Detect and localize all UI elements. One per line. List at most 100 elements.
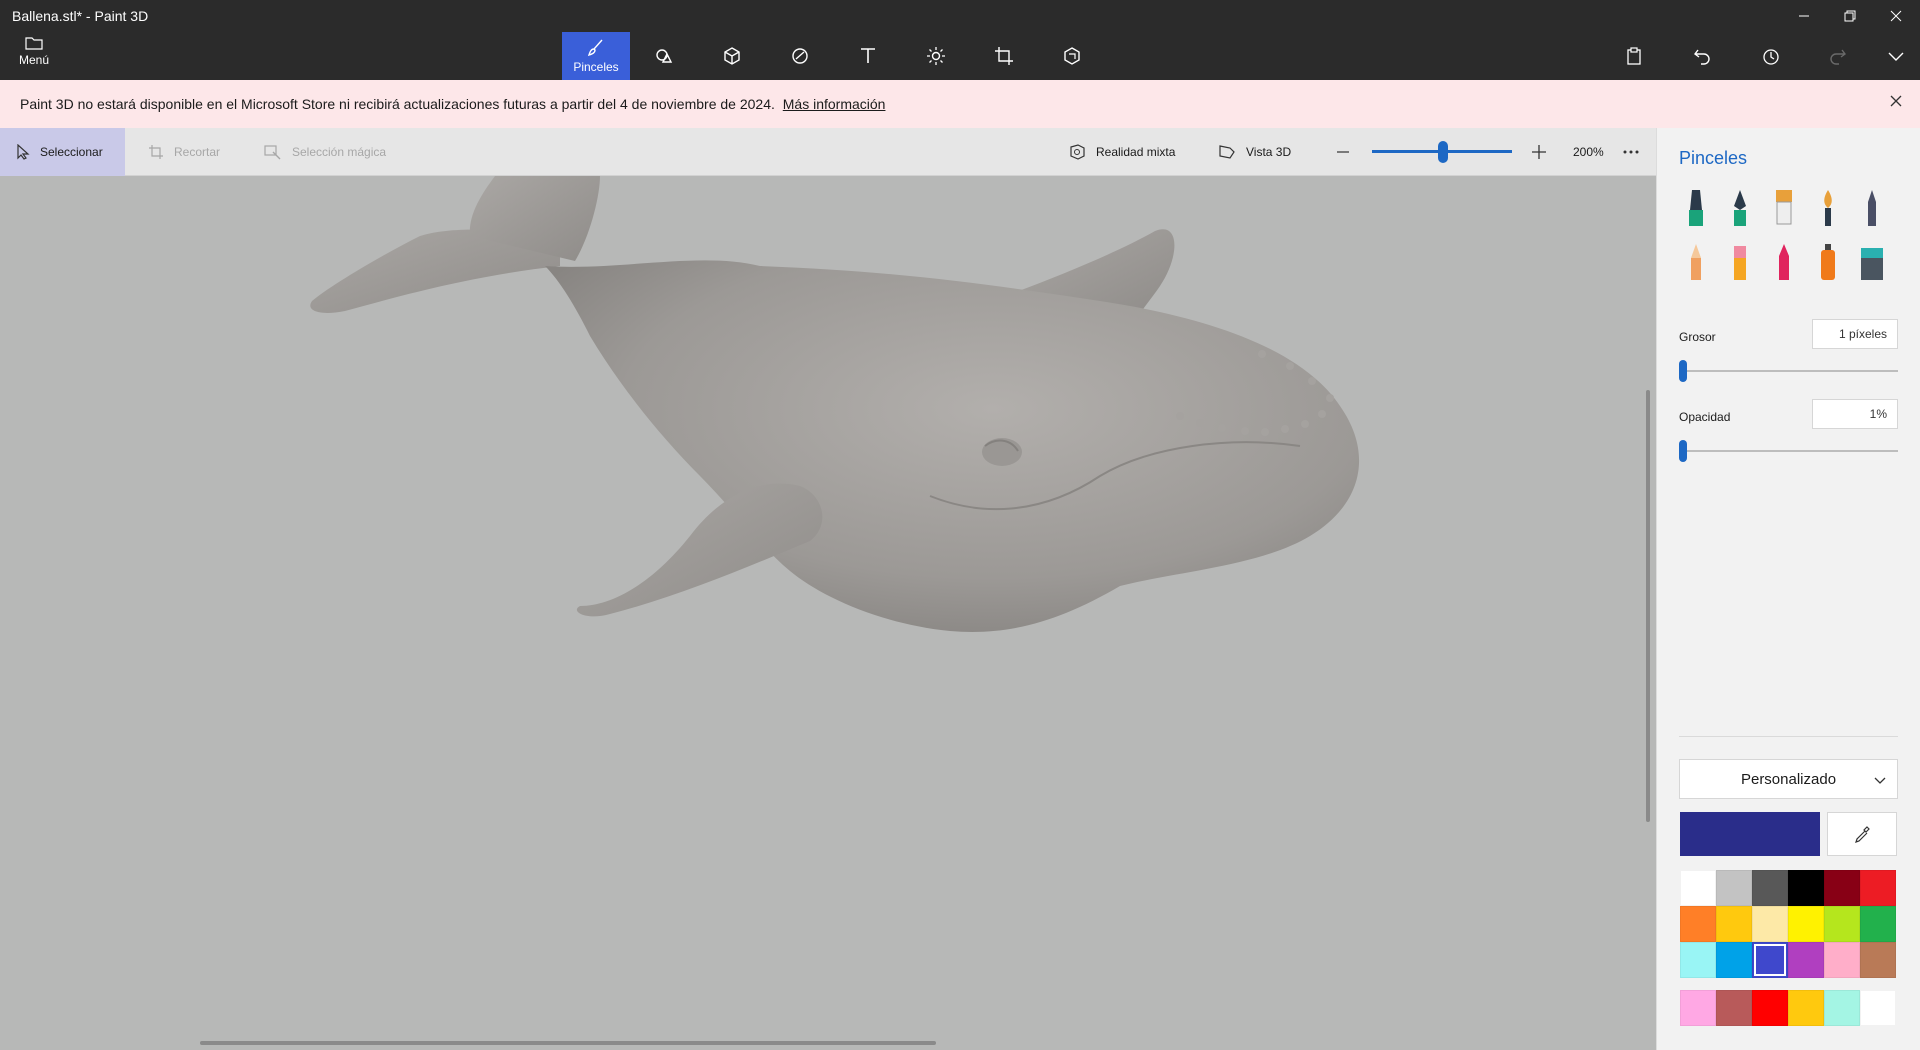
- crayon-icon: [1779, 244, 1789, 280]
- restore-button[interactable]: [1827, 0, 1873, 32]
- calligraphy-pen-icon: [1734, 190, 1746, 226]
- minimize-button[interactable]: [1781, 0, 1827, 32]
- select-button[interactable]: Seleccionar: [0, 128, 125, 176]
- color-swatch[interactable]: [1716, 942, 1752, 978]
- thickness-slider-thumb[interactable]: [1679, 360, 1687, 382]
- marker-icon: [1689, 190, 1703, 226]
- crop-button[interactable]: Recortar: [148, 128, 220, 176]
- pixel-pen-icon: [1868, 190, 1876, 226]
- color-swatch[interactable]: [1788, 942, 1824, 978]
- color-swatch[interactable]: [1788, 870, 1824, 906]
- horizontal-scrollbar[interactable]: [200, 1041, 936, 1045]
- thickness-slider[interactable]: [1679, 370, 1898, 372]
- magic-select-button[interactable]: Selección mágica: [264, 128, 386, 176]
- zoom-level[interactable]: 200%: [1573, 128, 1604, 176]
- tab-stickers[interactable]: [766, 32, 834, 80]
- title-bar: Ballena.stl* - Paint 3D Menú Pinceles: [0, 0, 1920, 80]
- whale-model[interactable]: [0, 176, 1656, 1050]
- color-swatch[interactable]: [1752, 870, 1788, 906]
- tab-canvas[interactable]: [970, 32, 1038, 80]
- marker-brush[interactable]: [1679, 186, 1713, 230]
- tab-effects[interactable]: [902, 32, 970, 80]
- crop-label: Recortar: [174, 145, 221, 159]
- redo-icon: [1830, 49, 1846, 65]
- watercolor-brush[interactable]: [1811, 186, 1845, 230]
- view-3d-icon: [1219, 145, 1235, 159]
- crayon-brush[interactable]: [1767, 240, 1801, 284]
- color-swatch[interactable]: [1680, 942, 1716, 978]
- more-options-button[interactable]: [1623, 128, 1639, 176]
- color-swatch[interactable]: [1680, 906, 1716, 942]
- color-swatch[interactable]: [1752, 990, 1788, 1026]
- zoom-out-button[interactable]: [1336, 128, 1350, 176]
- cursor-icon: [17, 144, 30, 160]
- tab-brushes[interactable]: Pinceles: [562, 32, 630, 80]
- opacity-slider-thumb[interactable]: [1679, 440, 1687, 462]
- calligraphy-pen-brush[interactable]: [1723, 186, 1757, 230]
- color-swatch[interactable]: [1824, 942, 1860, 978]
- tab-2d-shapes[interactable]: [630, 32, 698, 80]
- paste-button[interactable]: [1617, 42, 1651, 70]
- oil-brush[interactable]: [1767, 186, 1801, 230]
- color-swatch[interactable]: [1680, 990, 1716, 1026]
- color-swatch[interactable]: [1752, 942, 1788, 978]
- banner-close-button[interactable]: [1886, 94, 1906, 114]
- color-swatch[interactable]: [1752, 906, 1788, 942]
- drawing-canvas[interactable]: [0, 176, 1656, 1050]
- folder-icon: [25, 37, 43, 50]
- color-swatch[interactable]: [1860, 870, 1896, 906]
- zoom-slider-thumb[interactable]: [1438, 141, 1448, 163]
- expand-button[interactable]: [1879, 42, 1913, 70]
- plus-icon: [1532, 145, 1546, 159]
- vertical-scrollbar[interactable]: [1646, 390, 1650, 822]
- opacity-input[interactable]: 1%: [1812, 399, 1898, 429]
- current-color-swatch[interactable]: [1680, 812, 1820, 856]
- effects-icon: [927, 47, 945, 65]
- tab-3d-library[interactable]: [1038, 32, 1106, 80]
- restore-icon: [1844, 10, 1856, 22]
- redo-button[interactable]: [1821, 42, 1855, 70]
- canvas-icon: [995, 47, 1013, 65]
- chevron-down-icon: [1874, 777, 1886, 784]
- eyedropper-icon: [1855, 826, 1870, 843]
- close-window-button[interactable]: [1873, 0, 1919, 32]
- spray-can-icon: [1821, 244, 1835, 280]
- color-swatch[interactable]: [1788, 990, 1824, 1026]
- color-swatch[interactable]: [1824, 906, 1860, 942]
- color-swatch[interactable]: [1860, 990, 1896, 1026]
- color-swatch[interactable]: [1680, 870, 1716, 906]
- opacity-slider[interactable]: [1679, 450, 1898, 452]
- history-button[interactable]: [1753, 42, 1787, 70]
- color-swatch[interactable]: [1860, 942, 1896, 978]
- window-title: Ballena.stl* - Paint 3D: [12, 8, 149, 24]
- color-mode-dropdown[interactable]: Personalizado: [1679, 759, 1898, 799]
- thickness-input[interactable]: 1 píxeles: [1812, 319, 1898, 349]
- color-swatch[interactable]: [1716, 906, 1752, 942]
- zoom-in-button[interactable]: [1531, 128, 1547, 176]
- undo-icon: [1694, 49, 1710, 65]
- pencil-brush[interactable]: [1679, 240, 1713, 284]
- pixel-pen-brush[interactable]: [1855, 186, 1889, 230]
- pencil-icon: [1691, 244, 1701, 280]
- view-3d-label: Vista 3D: [1246, 145, 1292, 159]
- custom-color-palette: [1680, 990, 1896, 1026]
- color-swatch[interactable]: [1860, 906, 1896, 942]
- mixed-reality-button[interactable]: Realidad mixta: [1068, 128, 1175, 176]
- menu-label: Menú: [18, 53, 50, 67]
- more-info-link[interactable]: Más información: [783, 96, 886, 112]
- undo-button[interactable]: [1685, 42, 1719, 70]
- color-swatch[interactable]: [1824, 990, 1860, 1026]
- view-3d-button[interactable]: Vista 3D: [1218, 128, 1291, 176]
- color-swatch[interactable]: [1824, 870, 1860, 906]
- color-swatch[interactable]: [1788, 906, 1824, 942]
- eyedropper-button[interactable]: [1827, 812, 1897, 856]
- tab-text[interactable]: [834, 32, 902, 80]
- fill-brush[interactable]: [1855, 240, 1889, 284]
- menu-button[interactable]: Menú: [8, 36, 60, 76]
- color-swatch[interactable]: [1716, 990, 1752, 1026]
- eraser-brush[interactable]: [1723, 240, 1757, 284]
- spray-can-brush[interactable]: [1811, 240, 1845, 284]
- color-swatch[interactable]: [1716, 870, 1752, 906]
- thickness-label: Grosor: [1679, 330, 1716, 344]
- tab-3d-shapes[interactable]: [698, 32, 766, 80]
